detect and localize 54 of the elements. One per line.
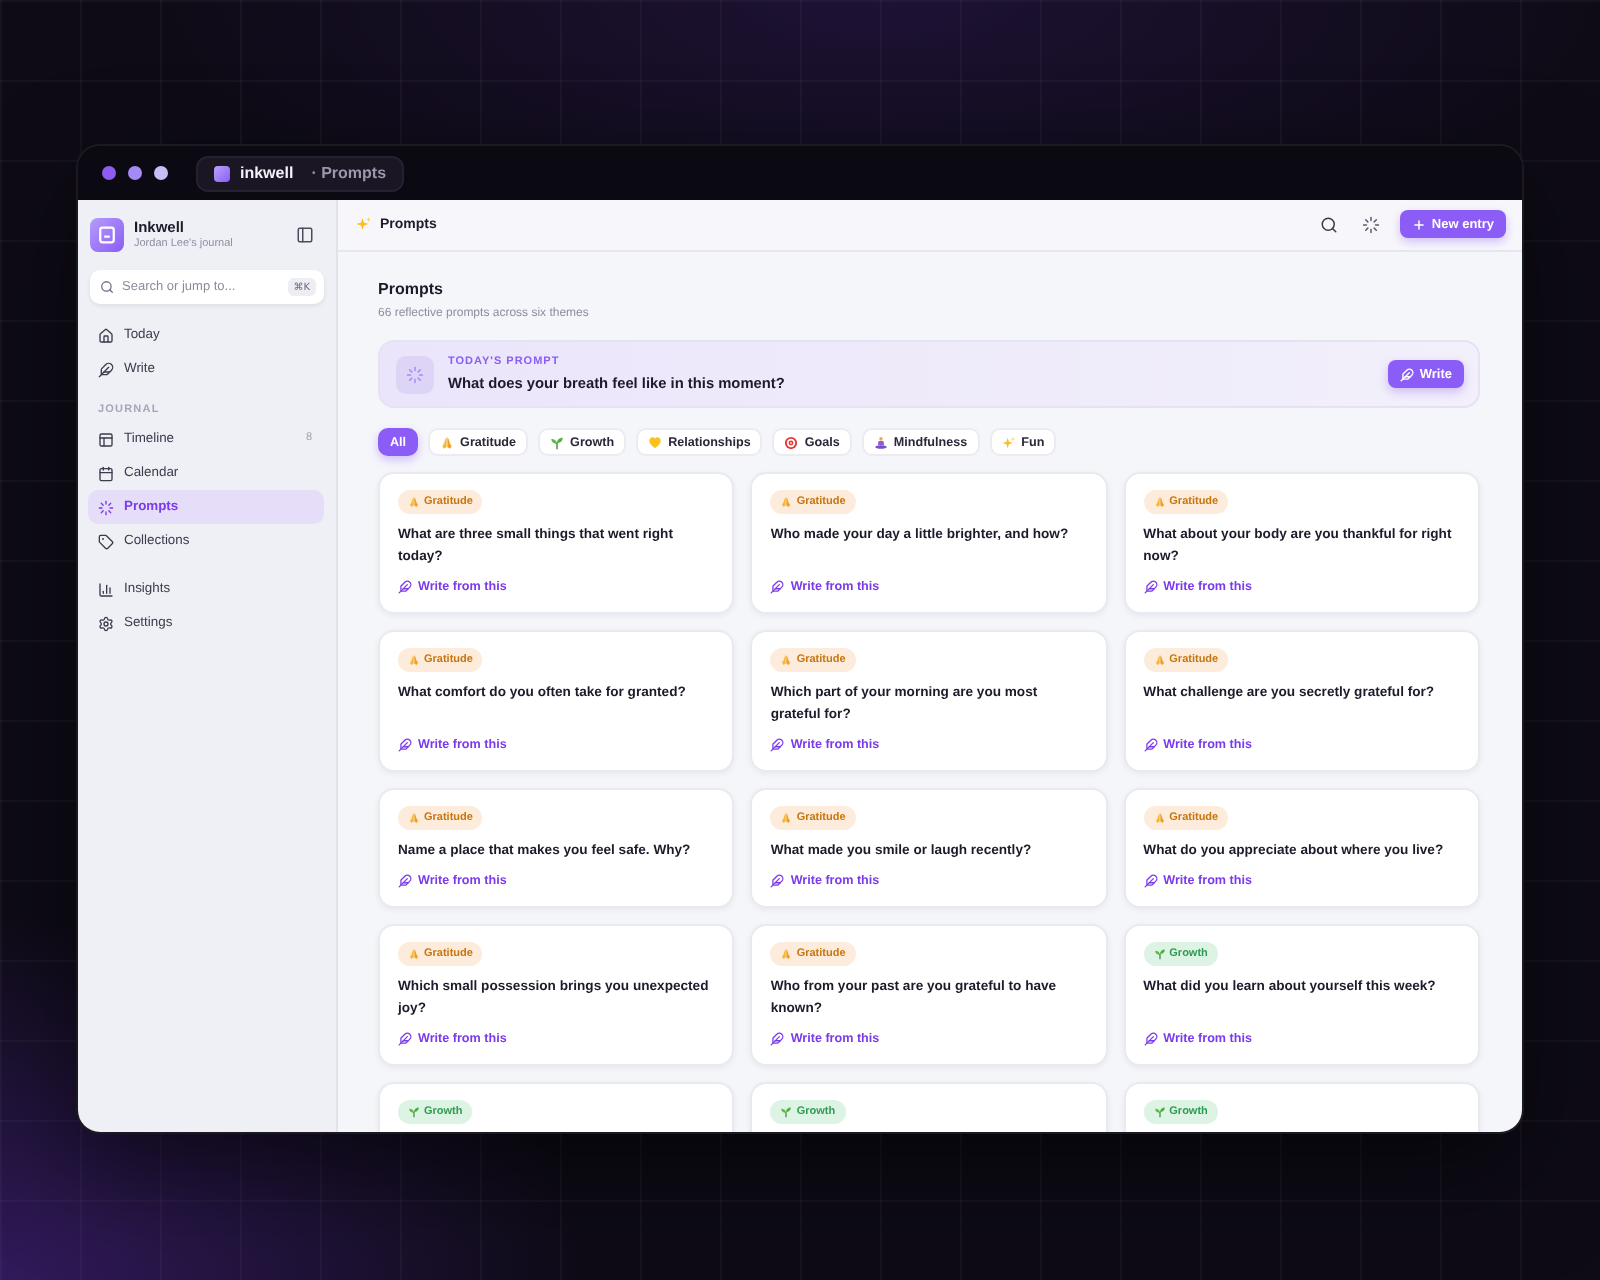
praying-hands-icon — [408, 812, 420, 824]
feather-icon — [770, 738, 785, 752]
spinner-icon — [98, 499, 114, 515]
feather-icon — [398, 874, 412, 888]
search-icon[interactable] — [1319, 215, 1338, 233]
praying-hands-icon — [780, 812, 793, 824]
seedling-icon — [408, 1106, 420, 1118]
praying-hands-icon — [1153, 654, 1166, 666]
praying-hands-icon — [1153, 496, 1166, 508]
seedling-icon — [1153, 948, 1166, 960]
notebook-logo-icon — [90, 218, 124, 252]
target-icon — [784, 435, 799, 449]
seedling-icon — [1153, 1106, 1166, 1118]
home-icon — [98, 327, 114, 343]
tag-icon — [98, 533, 114, 549]
seedling-icon — [550, 435, 565, 449]
app-square-icon — [214, 165, 230, 181]
page-heading: Prompts — [378, 280, 445, 300]
spinner-icon[interactable] — [1361, 215, 1380, 233]
feather-icon — [770, 1032, 785, 1046]
meditating-person-icon — [873, 435, 888, 449]
feather-icon — [98, 361, 114, 377]
feather-icon — [398, 580, 412, 594]
layout-icon — [98, 431, 114, 447]
sidebar-toggle-icon[interactable] — [296, 226, 314, 244]
feather-icon — [1143, 874, 1158, 888]
settings-icon — [98, 615, 114, 631]
praying-hands-icon — [780, 496, 793, 508]
praying-hands-icon — [780, 948, 793, 960]
plus-icon — [1411, 217, 1426, 231]
feather-icon — [1143, 580, 1158, 594]
praying-hands-icon — [780, 654, 793, 666]
sparkles-icon — [1001, 435, 1016, 449]
praying-hands-icon — [408, 948, 420, 960]
sparkles-icon — [356, 216, 372, 232]
praying-hands-icon — [440, 435, 455, 449]
feather-icon — [398, 1032, 412, 1046]
praying-hands-icon — [408, 496, 420, 508]
praying-hands-icon — [1153, 812, 1166, 824]
feather-icon — [1143, 1032, 1158, 1046]
feather-icon — [398, 738, 412, 752]
heart-icon — [648, 435, 663, 449]
feather-icon — [1143, 738, 1158, 752]
app-name: inkwell — [240, 164, 294, 182]
page-name: · Prompts — [311, 164, 387, 182]
spinner-icon — [396, 355, 434, 393]
search-icon — [100, 280, 114, 294]
bar-chart-icon — [98, 581, 114, 597]
praying-hands-icon — [408, 654, 420, 666]
seedling-icon — [780, 1106, 793, 1118]
calendar-icon — [98, 465, 114, 481]
feather-icon — [770, 580, 785, 594]
feather-icon — [770, 874, 785, 888]
feather-icon — [1399, 367, 1414, 381]
